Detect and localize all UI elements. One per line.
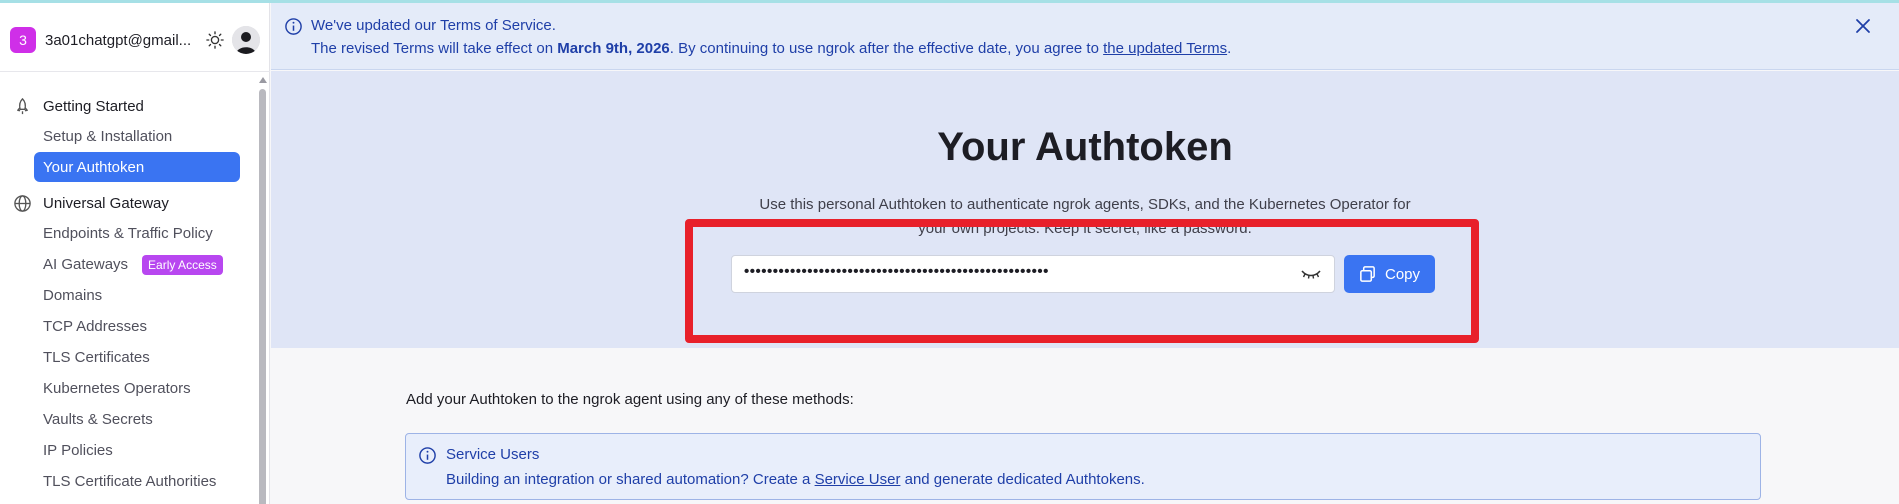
sidebar-section-label: Getting Started [43, 97, 144, 115]
account-switcher[interactable]: 3 3a01chatgpt@gmail... [10, 25, 260, 55]
close-icon[interactable] [1854, 17, 1872, 35]
service-users-text-start: Building an integration or shared automa… [446, 471, 815, 488]
sidebar-item-ip-policies[interactable]: IP Policies [0, 435, 255, 466]
early-access-badge: Early Access [142, 254, 223, 275]
account-badge: 3 [10, 27, 36, 53]
page-title: Your Authtoken [937, 125, 1233, 169]
banner-text-middle: . By continuing to use ngrok after the e… [669, 40, 1104, 57]
scroll-up-arrow-icon[interactable] [259, 77, 267, 83]
sidebar-item-vaults-secrets[interactable]: Vaults & Secrets [0, 404, 255, 435]
sidebar-nav: Getting Started Setup & Installation You… [0, 91, 255, 497]
sun-icon[interactable] [206, 31, 224, 49]
sidebar-item-label: AI Gateways [43, 256, 129, 273]
sidebar-item-ai-gateways[interactable]: AI Gateways Early Access [0, 249, 255, 280]
service-users-callout: Service Users Building an integration or… [405, 433, 1761, 500]
rocket-icon [17, 97, 28, 115]
sidebar-section-universal-gateway[interactable]: Universal Gateway [0, 188, 255, 218]
sidebar-item-kubernetes-operators[interactable]: Kubernetes Operators [0, 373, 255, 404]
description-line-1: Use this personal Authtoken to authentic… [759, 196, 1411, 213]
banner-text-start: The revised Terms will take effect on [311, 40, 558, 57]
sidebar-item-tcp-addresses[interactable]: TCP Addresses [0, 311, 255, 342]
sidebar-section-getting-started[interactable]: Getting Started [0, 91, 255, 121]
sidebar: 3 3a01chatgpt@gmail... Getting Started S… [0, 3, 270, 504]
terms-banner: We've updated our Terms of Service. The … [271, 3, 1899, 70]
service-users-title: Service Users [446, 446, 540, 463]
sidebar-item-your-authtoken[interactable]: Your Authtoken [34, 152, 240, 182]
info-icon [285, 18, 302, 35]
account-email: 3a01chatgpt@gmail... [45, 31, 192, 49]
service-users-text-end: and generate dedicated Authtokens. [900, 471, 1145, 488]
globe-icon [14, 195, 31, 212]
updated-terms-link[interactable]: the updated Terms [1103, 40, 1227, 57]
sidebar-scrollbar[interactable] [257, 75, 268, 504]
info-icon [419, 447, 436, 464]
annotation-highlight-box [685, 219, 1479, 343]
sidebar-divider [0, 71, 270, 72]
scrollbar-thumb[interactable] [259, 89, 266, 504]
authtoken-hero: Your Authtoken Use this personal Authtok… [271, 71, 1899, 348]
service-users-text: Building an integration or shared automa… [446, 471, 1145, 488]
sidebar-item-endpoints[interactable]: Endpoints & Traffic Policy [0, 218, 255, 249]
sidebar-item-setup-installation[interactable]: Setup & Installation [0, 121, 255, 152]
banner-text: The revised Terms will take effect on Ma… [311, 40, 1231, 57]
banner-title: We've updated our Terms of Service. [311, 17, 556, 34]
avatar[interactable] [232, 26, 260, 54]
sidebar-item-domains[interactable]: Domains [0, 280, 255, 311]
sidebar-section-label: Universal Gateway [43, 194, 169, 212]
banner-date: March 9th, 2026 [557, 40, 670, 57]
service-user-link[interactable]: Service User [815, 471, 901, 488]
sidebar-item-tls-cert-authorities[interactable]: TLS Certificate Authorities [0, 466, 255, 497]
methods-section: Add your Authtoken to the ngrok agent us… [271, 348, 1899, 504]
methods-intro: Add your Authtoken to the ngrok agent us… [406, 391, 854, 408]
sidebar-item-tls-certificates[interactable]: TLS Certificates [0, 342, 255, 373]
banner-text-end: . [1227, 40, 1232, 57]
main-content: We've updated our Terms of Service. The … [271, 3, 1899, 504]
